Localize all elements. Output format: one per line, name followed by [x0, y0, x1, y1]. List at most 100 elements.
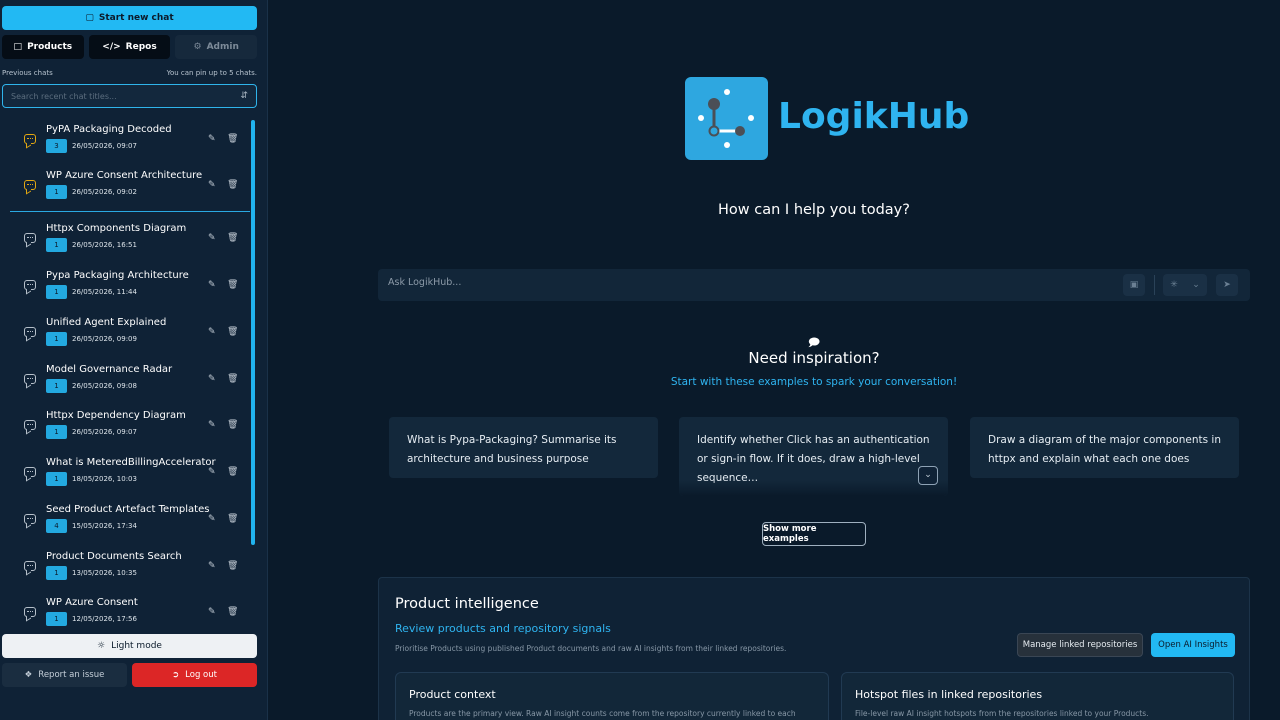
previous-chats-header: Previous chats You can pin up to 5 chats…: [2, 69, 257, 77]
chat-date: 18/05/2026, 10:03: [72, 475, 137, 483]
pencil-icon[interactable]: ✎: [208, 280, 218, 290]
pencil-icon[interactable]: ✎: [208, 134, 218, 144]
log-out-button[interactable]: ➲ Log out: [132, 663, 257, 687]
chat-title: Model Governance Radar: [46, 364, 173, 375]
show-more-examples-button[interactable]: Show more examples: [762, 522, 866, 546]
chat-list-item[interactable]: WP Azure Consent Architecture 1 26/05/2026…: [0, 164, 248, 208]
message-count-badge: 1: [46, 566, 67, 580]
example-card-1[interactable]: What is Pypa-Packaging? Summarise its ar…: [389, 417, 658, 478]
tab-admin-label: Admin: [206, 42, 239, 52]
tab-repos-label: Repos: [125, 42, 157, 52]
chat-list-item[interactable]: Model Governance Radar 1 26/05/2026, 09:08…: [0, 358, 248, 402]
chat-icon: [24, 561, 36, 571]
trash-icon[interactable]: 🗑: [227, 327, 238, 337]
chat-icon: [24, 467, 36, 477]
message-count-badge: 1: [46, 185, 67, 199]
panel-title: Product intelligence: [395, 596, 539, 612]
image-upload-icon[interactable]: ▣: [1123, 274, 1145, 296]
chat-search-input[interactable]: [11, 91, 211, 101]
pinned-divider: [10, 211, 250, 212]
send-icon[interactable]: ➤: [1216, 274, 1238, 296]
pencil-icon[interactable]: ✎: [208, 374, 218, 384]
chat-title: Httpx Dependency Diagram: [46, 410, 186, 421]
chat-icon: [24, 420, 36, 430]
pencil-icon[interactable]: ✎: [208, 561, 218, 571]
tab-admin[interactable]: ⚙ Admin: [175, 35, 258, 59]
inspiration-subtitle: Start with these examples to spark your …: [670, 376, 958, 388]
tab-products[interactable]: □ Products: [2, 35, 84, 59]
ask-bar-separator: [1154, 275, 1155, 295]
message-bubble-icon: 🗩: [807, 336, 821, 349]
trash-icon[interactable]: 🗑: [227, 374, 238, 384]
trash-icon[interactable]: 🗑: [227, 561, 238, 571]
panel-subtitle: Review products and repository signals: [395, 622, 611, 635]
pencil-icon[interactable]: ✎: [208, 514, 218, 524]
hotspot-files-title: Hotspot files in linked repositories: [855, 688, 1043, 701]
chat-date: 15/05/2026, 17:34: [72, 522, 137, 530]
code-icon: </>: [102, 42, 121, 52]
chat-list-scrollbar[interactable]: [251, 120, 255, 545]
pencil-icon[interactable]: ✎: [208, 233, 218, 243]
trash-icon[interactable]: 🗑: [227, 180, 238, 190]
chat-list-item[interactable]: PyPA Packaging Decoded 3 26/05/2026, 09:07…: [0, 118, 248, 162]
chat-date: 13/05/2026, 10:35: [72, 569, 137, 577]
sidebar: ▢ Start new chat □ Products </> Repos ⚙ …: [0, 0, 268, 720]
chat-list-item[interactable]: Seed Product Artefact Templates 4 15/05/20…: [0, 498, 248, 542]
chat-list-item[interactable]: Product Documents Search 1 13/05/2026, 10:…: [0, 545, 248, 589]
sort-toggle-icon[interactable]: ⇵: [240, 91, 248, 101]
trash-icon[interactable]: 🗑: [227, 607, 238, 617]
chat-icon: [24, 514, 36, 524]
manage-linked-repositories-button[interactable]: Manage linked repositories: [1017, 633, 1143, 657]
chat-icon: [24, 607, 36, 617]
chat-icon: [24, 233, 36, 243]
chat-date: 26/05/2026, 11:44: [72, 288, 137, 296]
logikhub-logo-icon: [685, 77, 768, 160]
chat-date: 26/05/2026, 16:51: [72, 241, 137, 249]
chat-title: Unified Agent Explained: [46, 317, 167, 328]
chat-list-item[interactable]: What is MeteredBillingAccelerator 1 18/05/…: [0, 451, 248, 495]
agent-selector[interactable]: ✳ ⌄: [1163, 274, 1207, 296]
pencil-icon[interactable]: ✎: [208, 420, 218, 430]
pencil-icon[interactable]: ✎: [208, 180, 218, 190]
sidebar-tabs: □ Products </> Repos ⚙ Admin: [2, 35, 258, 59]
trash-icon[interactable]: 🗑: [227, 467, 238, 477]
chat-title: Pypa Packaging Architecture: [46, 270, 189, 281]
trash-icon[interactable]: 🗑: [227, 134, 238, 144]
example-card-3[interactable]: Draw a diagram of the major components i…: [970, 417, 1239, 478]
card-fade: [679, 480, 948, 496]
tab-repos[interactable]: </> Repos: [88, 35, 171, 59]
tab-products-label: Products: [27, 42, 73, 52]
example-card-2[interactable]: Identify whether Click has an authentica…: [679, 417, 948, 496]
chat-list-item[interactable]: WP Azure Consent 1 12/05/2026, 17:56 ✎ 🗑: [0, 591, 248, 626]
chat-bubble-icon: ▢: [85, 13, 94, 23]
report-issue-button[interactable]: ❖ Report an issue: [2, 663, 127, 687]
chat-list-item[interactable]: Httpx Components Diagram 1 26/05/2026, 16:…: [0, 217, 248, 261]
product-context-title: Product context: [409, 688, 496, 701]
chat-date: 26/05/2026, 09:08: [72, 382, 137, 390]
hotspot-files-desc: File-level raw AI insight hotspots from …: [855, 709, 1149, 718]
example-text-2: Identify whether Click has an authentica…: [697, 434, 930, 484]
trash-icon[interactable]: 🗑: [227, 280, 238, 290]
pencil-icon[interactable]: ✎: [208, 607, 218, 617]
new-chat-button[interactable]: ▢ Start new chat: [2, 6, 257, 30]
chat-list: PyPA Packaging Decoded 3 26/05/2026, 09:07…: [0, 118, 252, 626]
example-text-3: Draw a diagram of the major components i…: [988, 434, 1221, 465]
ask-input[interactable]: [388, 277, 988, 288]
pin-hint: You can pin up to 5 chats.: [166, 69, 257, 77]
chat-list-item[interactable]: Httpx Dependency Diagram 1 26/05/2026, 09:…: [0, 404, 248, 448]
ask-bar: ▣ ✳ ⌄ ➤: [378, 269, 1250, 301]
pencil-icon[interactable]: ✎: [208, 327, 218, 337]
pencil-icon[interactable]: ✎: [208, 467, 218, 477]
expand-chevron-icon[interactable]: ⌄: [918, 466, 938, 485]
trash-icon[interactable]: 🗑: [227, 420, 238, 430]
panel-description: Prioritise Products using published Prod…: [395, 644, 787, 653]
open-ai-insights-button[interactable]: Open AI Insights: [1151, 633, 1235, 657]
example-text-1: What is Pypa-Packaging? Summarise its ar…: [407, 434, 617, 465]
trash-icon[interactable]: 🗑: [227, 233, 238, 243]
message-count-badge: 1: [46, 379, 67, 393]
chat-list-item[interactable]: Pypa Packaging Architecture 1 26/05/2026, …: [0, 264, 248, 308]
chat-list-item[interactable]: Unified Agent Explained 1 26/05/2026, 09:0…: [0, 311, 248, 355]
chat-date: 26/05/2026, 09:09: [72, 335, 137, 343]
trash-icon[interactable]: 🗑: [227, 514, 238, 524]
light-mode-button[interactable]: ☼ Light mode: [2, 634, 257, 658]
